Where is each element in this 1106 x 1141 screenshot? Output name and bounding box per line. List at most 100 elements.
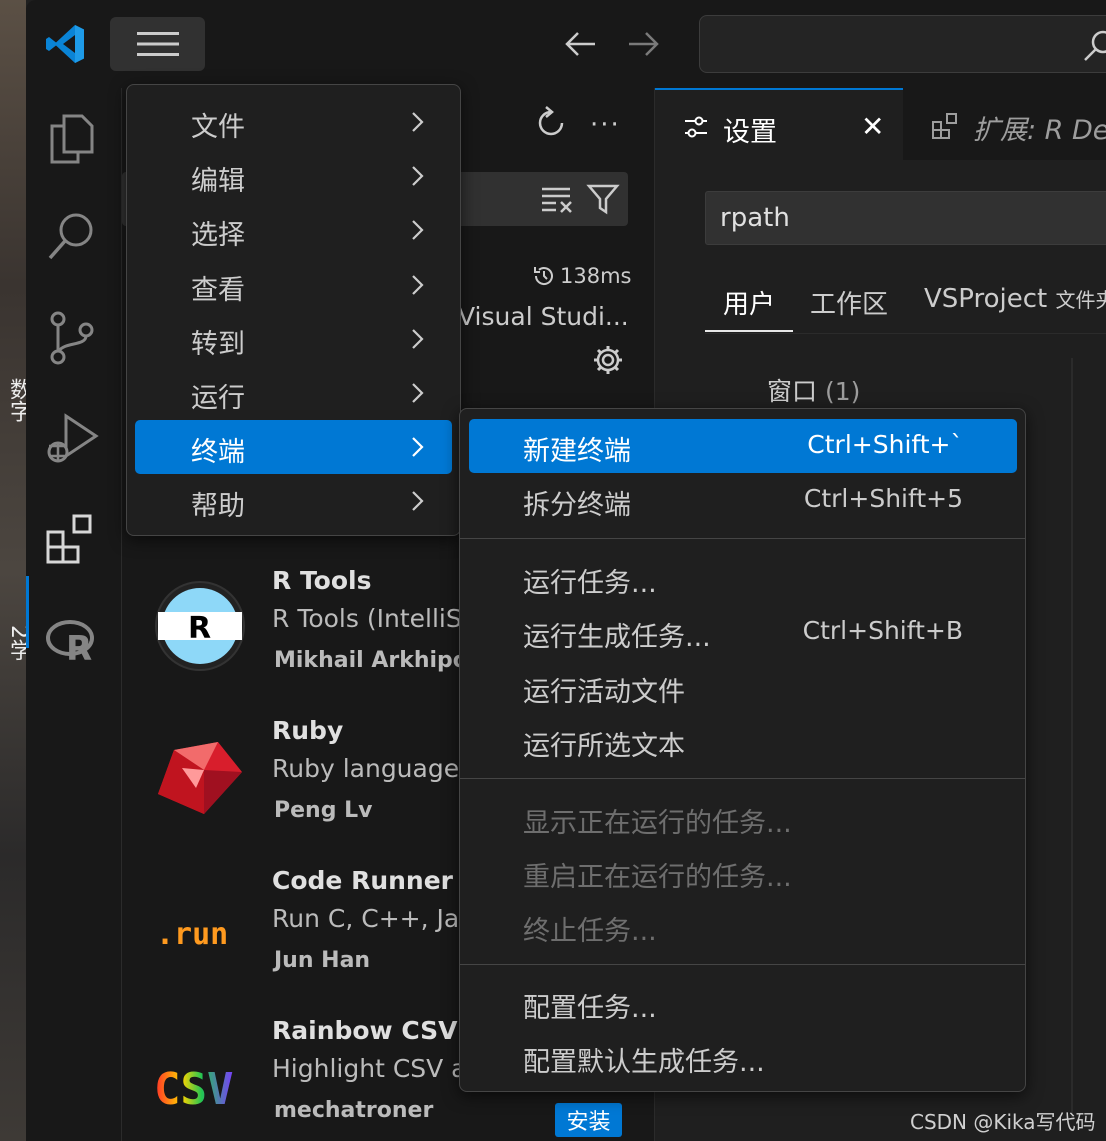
search-icon bbox=[1084, 30, 1106, 61]
forward-button[interactable] bbox=[626, 26, 662, 62]
menu-item-label: 拆分终端 bbox=[523, 490, 631, 521]
more-actions-icon[interactable]: ··· bbox=[590, 110, 621, 140]
menu-item-label: 运行生成任务... bbox=[523, 622, 711, 653]
chevron-right-icon bbox=[412, 275, 424, 295]
menu-item-label: 终止任务... bbox=[523, 916, 657, 947]
menu-item-terminal[interactable]: 终端 bbox=[135, 420, 452, 474]
menu-item-label: 终端 bbox=[191, 437, 245, 468]
menu-item-file[interactable]: 文件 bbox=[135, 95, 452, 149]
extension-author: Jun Han bbox=[274, 948, 371, 973]
extension-description: Run C, C++, Jav bbox=[272, 904, 474, 933]
extension-author: Mikhail Arkhipov bbox=[274, 648, 483, 673]
desktop-background: 数字 2学 bbox=[0, 0, 31, 1141]
menu-button[interactable] bbox=[110, 17, 205, 71]
gear-icon[interactable] bbox=[592, 344, 624, 376]
menu-item-split-terminal[interactable]: 拆分终端 Ctrl+Shift+5 bbox=[469, 473, 1017, 527]
menu-item-terminate-task: 终止任务... bbox=[469, 899, 1017, 953]
explorer-icon[interactable] bbox=[44, 110, 100, 166]
extensions-icon bbox=[932, 113, 957, 139]
arrow-left-icon bbox=[565, 32, 595, 56]
menu-item-shortcut: Ctrl+Shift+B bbox=[802, 616, 963, 645]
extension-name: Ruby bbox=[272, 716, 344, 745]
menu-item-run-active-file[interactable]: 运行活动文件 bbox=[469, 660, 1017, 714]
source-control-icon[interactable] bbox=[44, 310, 100, 366]
settings-divider bbox=[1071, 358, 1073, 1118]
tree-item-label: 窗口 bbox=[767, 377, 818, 406]
r-extension-icon[interactable]: R bbox=[44, 614, 100, 670]
menu-item-go[interactable]: 转到 bbox=[135, 312, 452, 366]
tab-extension-r-debugger[interactable]: 扩展: R Deb bbox=[905, 88, 1106, 160]
menu-item-edit[interactable]: 编辑 bbox=[135, 149, 452, 203]
menu-item-run[interactable]: 运行 bbox=[135, 366, 452, 420]
settings-search-value: rpath bbox=[720, 203, 790, 233]
command-center-search[interactable] bbox=[699, 15, 1106, 73]
extensions-icon[interactable] bbox=[44, 512, 100, 568]
menu-item-configure-tasks[interactable]: 配置任务... bbox=[469, 976, 1017, 1030]
tree-item-count: (1) bbox=[824, 377, 861, 406]
chevron-right-icon bbox=[412, 491, 424, 511]
scope-tab-folder[interactable]: VSProject 文件夹 bbox=[924, 284, 1106, 314]
extension-description: Ruby language bbox=[272, 754, 460, 783]
install-button[interactable]: 安装 bbox=[555, 1103, 622, 1137]
extension-name: Code Runner bbox=[272, 866, 454, 895]
chevron-right-icon bbox=[412, 329, 424, 349]
menu-item-shortcut: Ctrl+Shift+` bbox=[807, 430, 963, 459]
menu-separator bbox=[460, 538, 1025, 539]
chevron-right-icon bbox=[412, 437, 424, 457]
tab-label: 设置 bbox=[723, 117, 777, 148]
clear-filter-icon[interactable] bbox=[540, 184, 574, 214]
tab-label: 扩展: R Deb bbox=[973, 115, 1106, 146]
active-indicator bbox=[26, 576, 29, 648]
activity-bar: R bbox=[26, 88, 122, 1141]
hamburger-icon bbox=[136, 32, 179, 56]
scope-tab-user[interactable]: 用户 bbox=[723, 284, 775, 321]
menu-item-label: 新建终端 bbox=[523, 436, 631, 467]
response-time: 138ms bbox=[532, 264, 631, 288]
history-icon bbox=[534, 267, 553, 285]
menu-item-run-build-task[interactable]: 运行生成任务... Ctrl+Shift+B bbox=[469, 605, 1017, 659]
search-icon[interactable] bbox=[44, 208, 100, 264]
settings-tree-item[interactable]: 窗口 (1) bbox=[767, 372, 860, 408]
r-tools-logo-icon: R bbox=[155, 581, 245, 671]
vscode-logo-icon bbox=[46, 25, 84, 63]
settings-scope-tabs: 用户 工作区 VSProject 文件夹 bbox=[705, 278, 1106, 334]
run-debug-icon[interactable] bbox=[44, 410, 100, 466]
scope-tab-workspace[interactable]: 工作区 bbox=[810, 284, 888, 321]
menu-item-view[interactable]: 查看 bbox=[135, 258, 452, 312]
code-runner-logo-icon: .run bbox=[156, 917, 228, 952]
extension-author: Peng Lv bbox=[274, 798, 373, 823]
menu-item-label: 帮助 bbox=[191, 491, 245, 522]
title-bar bbox=[26, 0, 1106, 88]
menu-item-shortcut: Ctrl+Shift+5 bbox=[803, 484, 963, 513]
refresh-icon[interactable] bbox=[534, 106, 568, 140]
settings-search-input[interactable]: rpath bbox=[705, 191, 1106, 245]
menu-item-configure-default-build-task[interactable]: 配置默认生成任务... bbox=[469, 1030, 1017, 1084]
menu-item-show-running-tasks: 显示正在运行的任务... bbox=[469, 791, 1017, 845]
menu-item-new-terminal[interactable]: 新建终端 Ctrl+Shift+` bbox=[469, 419, 1017, 473]
code-runner-logo-text: .run bbox=[156, 917, 228, 952]
marketplace-source: Visual Studi... bbox=[458, 302, 629, 331]
menu-item-selection[interactable]: 选择 bbox=[135, 203, 452, 257]
rainbow-csv-logo-icon: CSV bbox=[154, 1064, 233, 1115]
chevron-right-icon bbox=[412, 112, 424, 132]
menu-item-label: 重启正在运行的任务... bbox=[523, 862, 792, 893]
menu-item-run-task[interactable]: 运行任务... bbox=[469, 551, 1017, 605]
menu-item-run-selected-text[interactable]: 运行所选文本 bbox=[469, 714, 1017, 768]
menu-item-label: 运行活动文件 bbox=[523, 677, 685, 708]
rainbow-csv-logo-text: CSV bbox=[154, 1064, 233, 1115]
filter-icon[interactable] bbox=[586, 182, 620, 216]
r-tools-logo-letter: R bbox=[188, 611, 211, 646]
terminal-submenu: 新建终端 Ctrl+Shift+` 拆分终端 Ctrl+Shift+5 运行任务… bbox=[459, 408, 1026, 1092]
back-button[interactable] bbox=[562, 26, 598, 62]
menu-item-label: 显示正在运行的任务... bbox=[523, 808, 792, 839]
tab-settings[interactable]: 设置 ✕ bbox=[655, 88, 903, 160]
extension-description: R Tools (IntelliSe bbox=[272, 604, 478, 633]
menu-separator bbox=[460, 964, 1025, 965]
close-icon[interactable]: ✕ bbox=[861, 110, 884, 143]
active-scope-underline bbox=[705, 330, 793, 332]
extension-description: Highlight CSV a bbox=[272, 1054, 467, 1083]
arrow-right-icon bbox=[629, 32, 659, 56]
menu-item-help[interactable]: 帮助 bbox=[135, 474, 452, 528]
menu-item-label: 配置任务... bbox=[523, 993, 657, 1024]
ruby-gem-icon bbox=[158, 742, 242, 814]
